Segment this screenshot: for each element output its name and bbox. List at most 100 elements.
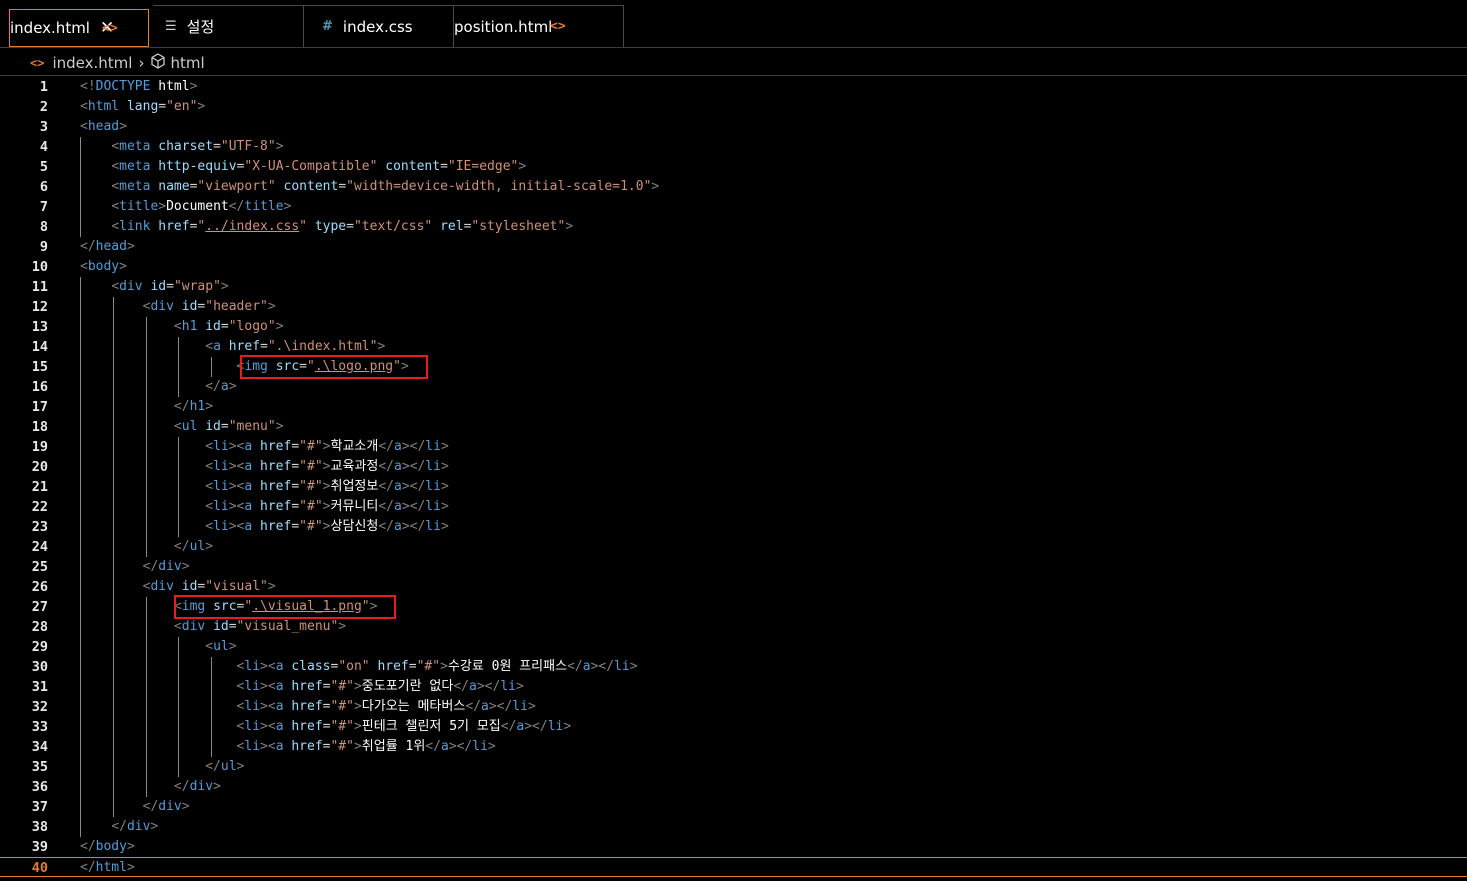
code-line[interactable]: 34 <li><a href="#">취업률 1위</a></li> — [0, 737, 1467, 757]
code-line[interactable]: 30 <li><a class="on" href="#">수강료 0원 프리패… — [0, 657, 1467, 677]
indent-guide — [145, 777, 147, 797]
code-text: </div> — [142, 559, 190, 574]
code-line[interactable]: 4 <meta charset="UTF-8"> — [0, 137, 1467, 157]
code-line[interactable]: 37 </div> — [0, 797, 1467, 817]
indent-guide — [178, 657, 180, 677]
indent-guide — [112, 397, 114, 417]
line-number: 29 — [31, 639, 48, 655]
code-line[interactable]: 12 <div id="header"> — [0, 297, 1467, 317]
code-line[interactable]: 19 <li><a href="#">학교소개</a></li> — [0, 437, 1467, 457]
code-line[interactable]: 25 </div> — [0, 557, 1467, 577]
line-number: 38 — [31, 819, 48, 835]
code-line[interactable]: 11 <div id="wrap"> — [0, 277, 1467, 297]
indent-guide — [178, 637, 180, 657]
line-number: 31 — [31, 679, 48, 695]
code-line[interactable]: 26 <div id="visual"> — [0, 577, 1467, 597]
code-line[interactable]: 9 </head> — [0, 237, 1467, 257]
line-number: 25 — [31, 559, 48, 575]
code-line[interactable]: 38 </div> — [0, 817, 1467, 837]
line-number: 3 — [39, 119, 48, 135]
html-code-icon: <> — [102, 20, 118, 36]
indent-guide — [211, 657, 213, 677]
code-line[interactable]: 17 </h1> — [0, 397, 1467, 417]
indent-guide — [80, 317, 81, 337]
indent-guide — [112, 657, 114, 677]
code-line[interactable]: 6 <meta name="viewport" content="width=d… — [0, 177, 1467, 197]
indent-guide — [211, 357, 213, 377]
code-line[interactable]: 14 <a href=".\index.html"> — [0, 337, 1467, 357]
tab-index-html[interactable]: <> index.html ✕ — [9, 9, 149, 47]
breadcrumb-file[interactable]: index.html — [52, 54, 132, 72]
indent-guide — [145, 617, 147, 637]
line-number: 39 — [31, 839, 48, 855]
line-number: 40 — [31, 860, 48, 876]
code-line[interactable]: 39 </body> — [0, 837, 1467, 857]
indent-guide — [112, 557, 114, 577]
code-line[interactable]: 22 <li><a href="#">커뮤니티</a></li> — [0, 497, 1467, 517]
indent-guide — [80, 597, 81, 617]
code-line[interactable]: 3 <head> — [0, 117, 1467, 137]
code-line[interactable]: 1 <!DOCTYPE html> — [0, 77, 1467, 97]
code-line[interactable]: 8 <link href="../index.css" type="text/c… — [0, 217, 1467, 237]
indent-guide — [112, 497, 114, 517]
code-line[interactable]: 16 </a> — [0, 377, 1467, 397]
code-line[interactable]: 7 <title>Document</title> — [0, 197, 1467, 217]
code-text: <html lang="en"> — [80, 99, 206, 114]
indent-guide — [145, 657, 147, 677]
code-text: <link href="../index.css" type="text/css… — [111, 219, 574, 234]
code-line[interactable]: 18 <ul id="menu"> — [0, 417, 1467, 437]
code-text: </a> — [205, 379, 237, 394]
line-number: 17 — [31, 399, 48, 415]
code-text: </ul> — [205, 759, 245, 774]
indent-guide — [145, 597, 147, 617]
code-line[interactable]: 32 <li><a href="#">다가오는 메타버스</a></li> — [0, 697, 1467, 717]
code-text: </body> — [80, 839, 135, 854]
code-line[interactable]: 10 <body> — [0, 257, 1467, 277]
code-line[interactable]: 23 <li><a href="#">상담신청</a></li> — [0, 517, 1467, 537]
tab-position-html[interactable]: <> position.html — [454, 5, 624, 47]
indent-guide — [145, 517, 147, 537]
indent-guide — [145, 637, 147, 657]
code-line[interactable]: 31 <li><a href="#">중도포기란 없다</a></li> — [0, 677, 1467, 697]
code-line[interactable]: 5 <meta http-equiv="X-UA-Compatible" con… — [0, 157, 1467, 177]
css-hash-icon: # — [322, 19, 333, 34]
tab-settings[interactable]: ☰ 설정 — [153, 5, 304, 47]
indent-guide — [80, 497, 81, 517]
code-line[interactable]: 33 <li><a href="#">핀테크 챌린저 5기 모집</a></li… — [0, 717, 1467, 737]
code-line[interactable]: 21 <li><a href="#">취업정보</a></li> — [0, 477, 1467, 497]
code-line[interactable]: 13 <h1 id="logo"> — [0, 317, 1467, 337]
code-line[interactable]: 29 <ul> — [0, 637, 1467, 657]
code-editor[interactable]: 1 <!DOCTYPE html> 2 <html lang="en"> 3 <head>… — [0, 77, 1467, 881]
indent-guide — [112, 417, 114, 437]
breadcrumb-symbol[interactable]: html — [170, 54, 204, 72]
indent-guide — [80, 737, 81, 757]
tab-index-css[interactable]: # index.css — [304, 5, 454, 47]
code-line[interactable]: 40 </html> — [0, 857, 1467, 877]
indent-guide — [80, 417, 81, 437]
code-line[interactable]: 28 <div id="visual_menu"> — [0, 617, 1467, 637]
code-line[interactable]: 35 </ul> — [0, 757, 1467, 777]
indent-guide — [112, 777, 114, 797]
code-line[interactable]: 36 </div> — [0, 777, 1467, 797]
code-text: <div id="visual_menu"> — [173, 619, 347, 634]
settings-list-icon: ☰ — [165, 19, 177, 34]
indent-guide — [211, 677, 213, 697]
line-number: 4 — [39, 139, 48, 155]
indent-guide — [112, 617, 114, 637]
indent-guide — [178, 497, 180, 517]
indent-guide — [80, 657, 81, 677]
code-line[interactable]: 24 </ul> — [0, 537, 1467, 557]
line-number: 26 — [31, 579, 48, 595]
line-number: 21 — [31, 479, 48, 495]
indent-guide — [80, 517, 81, 537]
indent-guide — [80, 777, 81, 797]
code-line[interactable]: 20 <li><a href="#">교육과정</a></li> — [0, 457, 1467, 477]
code-text: <div id="wrap"> — [111, 279, 229, 294]
code-line[interactable]: 2 <html lang="en"> — [0, 97, 1467, 117]
code-text: <head> — [80, 119, 127, 134]
indent-guide — [178, 677, 180, 697]
line-number: 34 — [31, 739, 48, 755]
line-number: 32 — [31, 699, 48, 715]
code-line[interactable]: 15 <img src=".\logo.png"> — [0, 357, 1467, 377]
indent-guide — [80, 337, 81, 357]
